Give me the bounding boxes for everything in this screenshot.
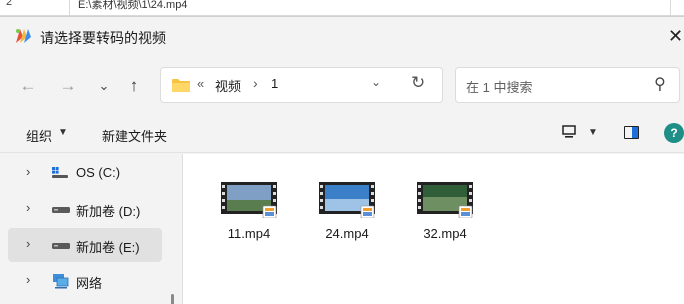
search-box[interactable]: 在 1 中搜索 ⚲ — [455, 67, 680, 103]
file-name: 11.mp4 — [227, 226, 271, 241]
chevron-right-icon[interactable]: › — [26, 272, 30, 287]
video-file-icon — [417, 182, 473, 218]
new-folder-button[interactable]: 新建文件夹 — [102, 126, 167, 145]
file-item[interactable]: 32.mp4 — [405, 180, 485, 250]
network-icon — [53, 274, 69, 289]
chevron-right-icon[interactable]: › — [26, 200, 30, 215]
refresh-icon[interactable]: ↻ — [411, 73, 425, 93]
background-sheet-row: 2 E:\素材\视频\1\24.mp4 — [0, 0, 684, 16]
folder-icon — [172, 79, 190, 92]
chevron-down-icon[interactable]: ⌄ — [371, 75, 381, 89]
close-button[interactable]: ✕ — [668, 23, 684, 49]
file-list: 11.mp4 24.mp4 32.mp4 — [183, 154, 684, 304]
organize-button[interactable]: 组织 — [26, 126, 52, 145]
sidebar-item-label: 新加卷 (D:) — [76, 204, 141, 219]
sidebar-item-label: 新加卷 (E:) — [76, 240, 140, 255]
file-name: 32.mp4 — [423, 226, 467, 241]
search-icon[interactable]: ⚲ — [654, 74, 666, 94]
dialog-title: 请选择要转码的视频 — [40, 30, 166, 46]
video-file-icon — [319, 182, 375, 218]
file-item[interactable]: 11.mp4 — [209, 180, 289, 250]
drive-icon — [52, 243, 70, 249]
breadcrumb-overflow[interactable]: « — [197, 76, 204, 91]
preview-pane-icon[interactable] — [624, 126, 639, 139]
help-icon[interactable]: ? — [664, 123, 684, 143]
breadcrumb-item[interactable]: 视频 — [215, 76, 241, 95]
file-name: 24.mp4 — [325, 226, 369, 241]
back-button[interactable]: ← — [16, 75, 40, 97]
chevron-right-icon[interactable]: › — [26, 164, 30, 179]
navigation-bar: ← → ⌄ ↑ « 视频 › 1 ⌄ ↻ 在 1 中搜索 ⚲ — [0, 55, 684, 115]
app-icon — [16, 29, 31, 43]
sidebar-item-label: 网络 — [76, 276, 103, 291]
search-input[interactable]: 在 1 中搜索 — [466, 77, 532, 96]
command-bar: 组织 ▼ 新建文件夹 ▼ ? — [0, 115, 684, 153]
up-button[interactable]: ↑ — [122, 75, 146, 97]
scrollbar-thumb[interactable] — [171, 294, 174, 304]
file-open-dialog: 请选择要转码的视频 ✕ ← → ⌄ ↑ « 视频 › 1 ⌄ ↻ 在 1 中搜索… — [0, 16, 684, 304]
view-options-icon[interactable] — [562, 125, 576, 139]
dialog-titlebar: 请选择要转码的视频 ✕ — [0, 17, 684, 55]
caret-down-icon[interactable]: ▼ — [58, 127, 68, 138]
sheet-row-number: 2 — [6, 0, 13, 8]
video-file-icon — [221, 182, 277, 218]
forward-button[interactable]: → — [56, 75, 80, 97]
breadcrumb-separator[interactable]: › — [253, 75, 258, 91]
sheet-cell-text: E:\素材\视频\1\24.mp4 — [78, 0, 188, 11]
windows-drive-icon — [52, 167, 68, 178]
sidebar-item-e[interactable]: › 新加卷 (E:) — [8, 228, 162, 262]
sidebar-item-d[interactable]: › 新加卷 (D:) — [8, 192, 162, 226]
recent-locations-button[interactable]: ⌄ — [92, 75, 116, 97]
sheet-column-divider — [670, 0, 671, 15]
address-bar[interactable]: « 视频 › 1 ⌄ ↻ — [160, 67, 443, 103]
sidebar-item-os-c[interactable]: › OS (C:) — [8, 156, 162, 190]
file-item[interactable]: 24.mp4 — [307, 180, 387, 250]
sidebar-item-network[interactable]: › 网络 — [8, 264, 162, 298]
sidebar-item-label: OS (C:) — [76, 165, 121, 180]
navigation-pane: › OS (C:) › 新加卷 (D:) › 新加卷 (E:) › 网络 — [0, 154, 180, 304]
caret-down-icon[interactable]: ▼ — [588, 127, 598, 138]
breadcrumb-item[interactable]: 1 — [271, 76, 278, 91]
chevron-right-icon[interactable]: › — [26, 236, 30, 251]
drive-icon — [52, 207, 70, 213]
